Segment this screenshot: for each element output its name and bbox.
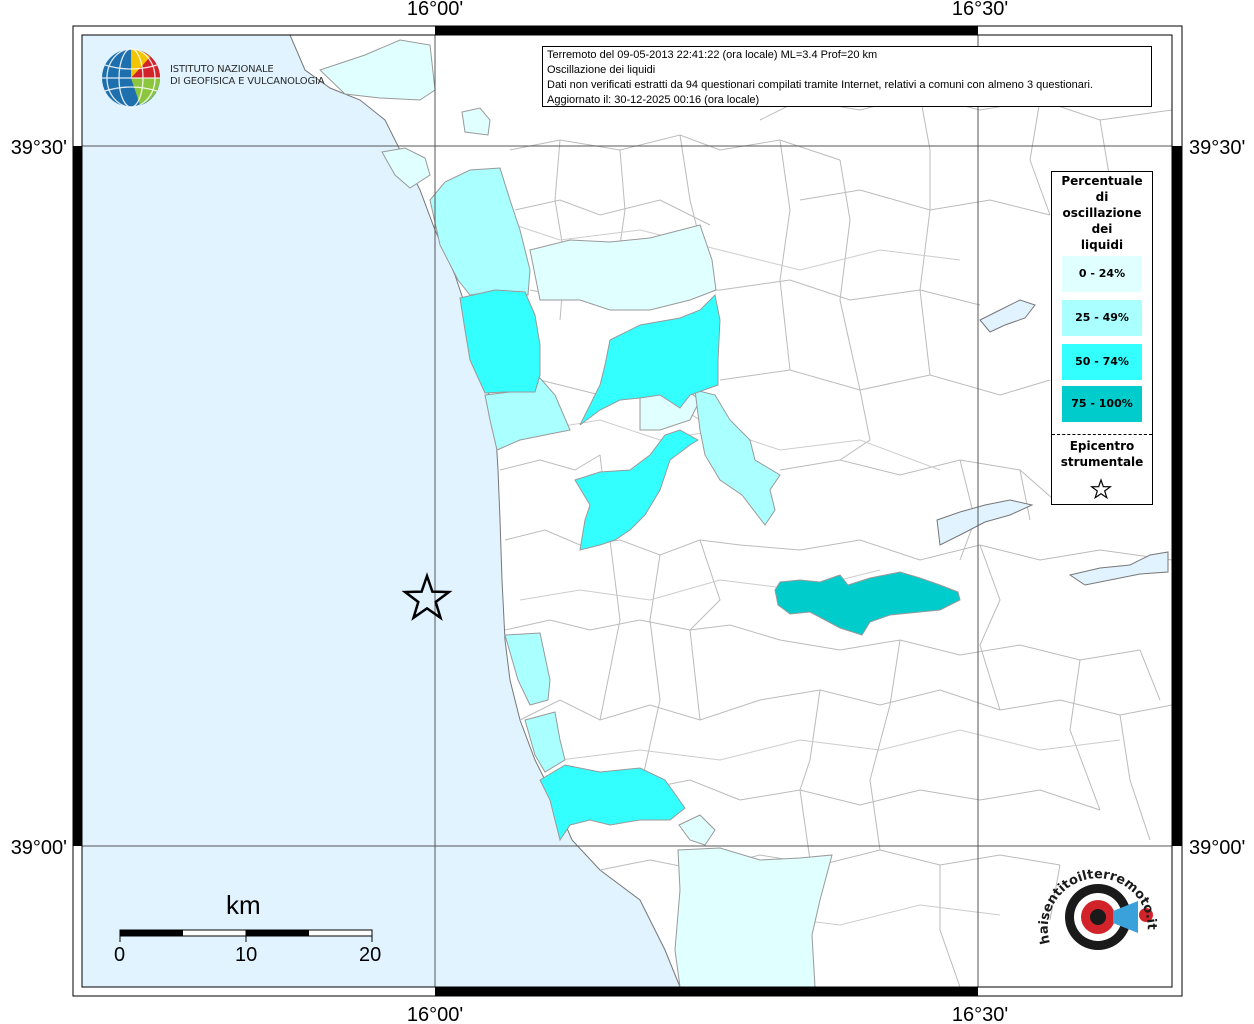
scale-unit: km	[226, 890, 261, 920]
legend-epicenter-label: Epicentro strumentale	[1060, 439, 1144, 469]
legend-class-75-100: 75 - 100%	[1062, 386, 1142, 422]
updated-line: Aggiornato il: 30-12-2025 00:16 (ora loc…	[547, 94, 760, 106]
event-info-box: Terremoto del 09-05-2013 22:41:22 (ora l…	[542, 46, 1152, 107]
legend: Percentuale di oscillazione dei liquidi 0 - …	[1051, 171, 1153, 505]
haisentito-logo-icon: haisentitoilterremoto.it	[1037, 867, 1159, 950]
scale-label-0: 0	[114, 944, 126, 966]
globe-icon	[102, 48, 160, 108]
disclaimer-line: Dati non verificati estratti da 94 quest…	[547, 79, 1093, 91]
ingv-logo: ISTITUTO NAZIONALE DI GEOFISICA E VULCAN…	[100, 47, 325, 111]
lat-label-left-bottom: 39°00'	[11, 837, 67, 859]
area-0-24	[674, 847, 833, 988]
ingv-line-1: ISTITUTO NAZIONALE	[170, 64, 274, 75]
legend-divider	[1052, 434, 1152, 435]
scale-label-10: 10	[235, 944, 258, 966]
lon-label-bottom-left: 16°00'	[407, 1004, 463, 1024]
star-icon	[1090, 478, 1112, 500]
legend-class-0-24: 0 - 24%	[1062, 256, 1142, 292]
lon-label-top-left: 16°00'	[407, 0, 463, 20]
legend-class-25-49: 25 - 49%	[1062, 300, 1142, 336]
map-type-line: Oscillazione dei liquidi	[547, 64, 656, 76]
event-line: Terremoto del 09-05-2013 22:41:22 (ora l…	[547, 49, 878, 61]
lon-label-top-right: 16°30'	[952, 0, 1008, 20]
haisentito-logo: haisentitoilterremoto.it	[1028, 855, 1168, 980]
lon-label-bottom-right: 16°30'	[952, 1004, 1008, 1024]
legend-class-50-74: 50 - 74%	[1062, 344, 1142, 380]
legend-title: Percentuale di oscillazione dei liquidi	[1061, 174, 1143, 252]
lat-label-right-top: 39°30'	[1189, 137, 1245, 159]
lat-label-right-bottom: 39°00'	[1189, 837, 1245, 859]
ingv-logo-text: ISTITUTO NAZIONALE DI GEOFISICA E VULCAN…	[170, 64, 325, 88]
ingv-line-2: DI GEOFISICA E VULCANOLOGIA	[170, 76, 325, 87]
scale-label-20: 20	[359, 944, 382, 966]
lat-label-left-top: 39°30'	[11, 137, 67, 159]
